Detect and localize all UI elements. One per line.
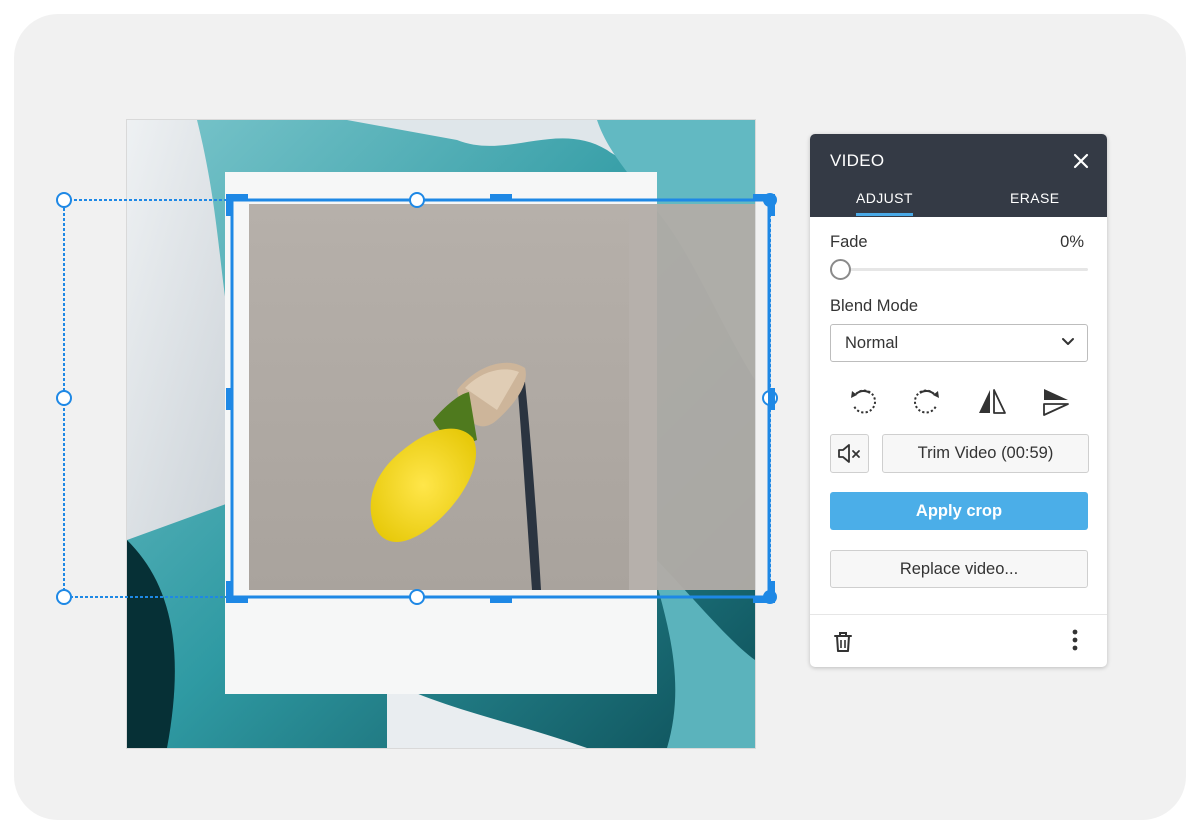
crop-handle-right[interactable]	[768, 388, 775, 410]
fade-value: 0%	[1060, 233, 1084, 251]
close-icon[interactable]	[1071, 151, 1091, 171]
fade-label: Fade	[830, 233, 868, 251]
trash-icon[interactable]	[832, 630, 854, 654]
blend-mode-select[interactable]: Normal	[830, 324, 1088, 362]
video-panel: VIDEO ADJUST ERASE Fade 0% Blend Mode No…	[810, 134, 1107, 667]
rotate-right-icon[interactable]	[910, 385, 944, 419]
blend-mode-label: Blend Mode	[830, 297, 919, 315]
speaker-muted-icon	[838, 444, 860, 463]
fade-slider-track[interactable]	[840, 268, 1088, 271]
crop-handle-left[interactable]	[226, 388, 233, 410]
trim-video-button[interactable]: Trim Video (00:59)	[882, 434, 1089, 473]
chevron-down-icon	[1062, 338, 1074, 345]
crop-handle-top[interactable]	[490, 194, 512, 201]
crop-handle-bottom-left[interactable]	[226, 581, 248, 603]
panel-header: VIDEO ADJUST ERASE	[810, 134, 1107, 217]
apply-crop-button[interactable]: Apply crop	[830, 492, 1088, 530]
fade-slider-knob[interactable]	[830, 259, 851, 280]
video-handle-left[interactable]	[56, 390, 72, 406]
rotate-left-icon[interactable]	[846, 385, 880, 419]
crop-rectangle[interactable]	[230, 198, 771, 599]
blend-mode-value: Normal	[845, 334, 899, 352]
flip-vertical-icon[interactable]	[1039, 385, 1073, 419]
panel-title: VIDEO	[830, 151, 885, 170]
replace-video-button[interactable]: Replace video...	[830, 550, 1088, 588]
video-handle-bottom-left[interactable]	[56, 589, 72, 605]
mute-button[interactable]	[830, 434, 869, 473]
crop-handle-bottom[interactable]	[490, 596, 512, 603]
flip-horizontal-icon[interactable]	[975, 385, 1009, 419]
video-bounds-outline	[63, 199, 771, 598]
more-vertical-icon[interactable]	[1068, 627, 1082, 653]
crop-handle-bottom-right[interactable]	[753, 581, 775, 603]
crop-handle-top-left[interactable]	[226, 194, 248, 216]
tab-adjust[interactable]: ADJUST	[856, 190, 913, 216]
panel-divider	[810, 614, 1107, 615]
video-handle-top-left[interactable]	[56, 192, 72, 208]
tab-erase[interactable]: ERASE	[1010, 190, 1059, 213]
video-handle-top[interactable]	[409, 192, 425, 208]
video-handle-bottom[interactable]	[409, 589, 425, 605]
crop-handle-top-right[interactable]	[753, 194, 775, 216]
